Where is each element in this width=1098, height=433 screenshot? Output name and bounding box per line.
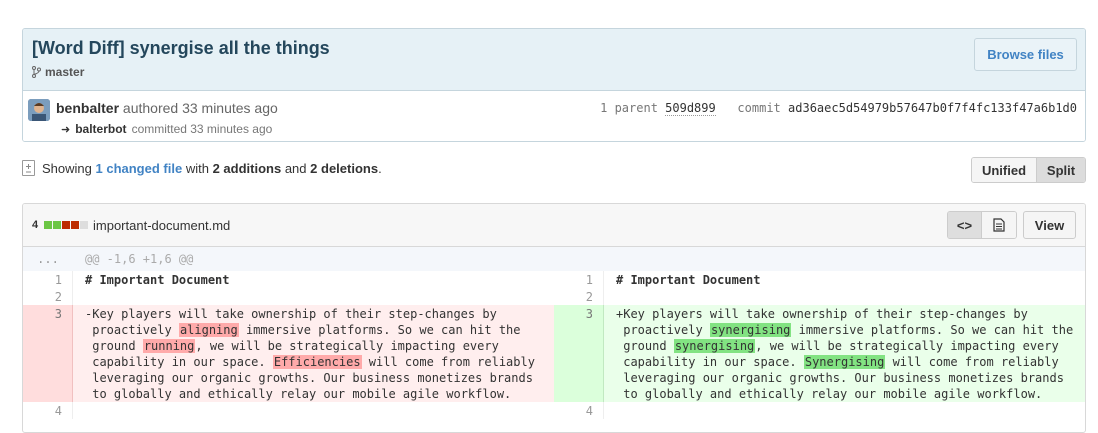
branch-icon <box>32 66 41 78</box>
view-file-button[interactable]: View <box>1023 211 1076 239</box>
authored-time: authored 33 minutes ago <box>122 100 278 116</box>
avatar[interactable] <box>28 99 50 121</box>
commit-meta: benbalter authored 33 minutes ago ➜ balt… <box>23 91 1085 141</box>
file-view-segment: <> <box>947 211 1017 239</box>
commit-label: commit <box>737 101 781 115</box>
diff-row: 4 4 <box>23 402 1085 419</box>
file-actions: <> View <box>947 211 1076 239</box>
diff-count: 4 <box>32 219 89 231</box>
line-number-added[interactable]: 3 <box>554 305 604 402</box>
hunk-range: @@ -1,6 +1,6 @@ <box>85 252 194 266</box>
sha-info: 1 parent 509d899 commit ad36aec5d54979b5… <box>600 101 1077 116</box>
word-deletion: Efficiencies <box>272 355 362 369</box>
toc-summary: Showing 1 changed file with 2 additions … <box>42 161 382 176</box>
unified-button[interactable]: Unified <box>972 158 1037 182</box>
expand-hunk-button[interactable]: ... <box>23 252 73 266</box>
diffstat-block-del <box>71 221 80 229</box>
word-deletion: aligning <box>178 323 239 337</box>
deleted-code-line: -Key players will take ownership of thei… <box>73 305 554 402</box>
parent-label: 1 parent <box>600 101 658 115</box>
commit-box: [Word Diff] synergise all the things mas… <box>22 28 1086 142</box>
file-name[interactable]: important-document.md <box>93 218 230 233</box>
change-count: 4 <box>32 219 39 231</box>
line-number[interactable]: 2 <box>23 288 73 305</box>
code-view-button[interactable]: <> <box>948 212 982 238</box>
rich-view-button[interactable] <box>982 212 1016 238</box>
line-number[interactable]: 4 <box>554 402 604 419</box>
file-text-icon <box>993 218 1005 232</box>
diff-view-toggle: Unified Split <box>971 157 1086 183</box>
line-number[interactable]: 1 <box>23 271 73 288</box>
toc-bar: Showing 1 changed file with 2 additions … <box>22 157 1086 183</box>
commit-title: [Word Diff] synergise all the things <box>32 38 330 58</box>
toc-with: with <box>185 161 209 176</box>
diff-row: 2 2 <box>23 288 1085 305</box>
file-diff-icon <box>22 160 35 176</box>
line-number[interactable]: 1 <box>554 271 604 288</box>
changed-files-link[interactable]: 1 changed file <box>96 161 183 176</box>
arrow-right-icon: ➜ <box>61 123 71 136</box>
parent-sha-link[interactable]: 509d899 <box>665 101 716 116</box>
code-line: # Important Document <box>616 273 761 287</box>
diffstat-block-add <box>53 221 62 229</box>
hunk-header: ... @@ -1,6 +1,6 @@ <box>23 247 1085 271</box>
commit-header: [Word Diff] synergise all the things mas… <box>23 29 1085 91</box>
word-addition: Synergising <box>803 355 886 369</box>
file-header: 4 important-document.md <> View <box>23 204 1085 247</box>
diff-row: 1 # Important Document 1 # Important Doc… <box>23 271 1085 288</box>
word-addition: synergising <box>673 339 756 353</box>
line-number[interactable]: 2 <box>554 288 604 305</box>
diffstat-block-neutral <box>80 221 89 229</box>
committer-name[interactable]: balterbot <box>75 122 126 136</box>
toc-showing: Showing <box>42 161 92 176</box>
diffstat-block-del <box>62 221 71 229</box>
word-addition: synergising <box>709 323 792 337</box>
toc-and: and <box>284 161 307 176</box>
branch-name: master <box>45 65 85 79</box>
deletions-count: 2 deletions <box>310 161 379 176</box>
added-code-line: +Key players will take ownership of thei… <box>604 305 1085 402</box>
additions-count: 2 additions <box>212 161 282 176</box>
code-icon: <> <box>956 217 973 233</box>
line-number[interactable]: 4 <box>23 402 73 419</box>
diffstat <box>44 221 89 229</box>
diffstat-block-add <box>44 221 53 229</box>
author-line: benbalter authored 33 minutes ago <box>56 100 278 116</box>
author-name[interactable]: benbalter <box>56 100 119 116</box>
word-deletion: running <box>142 339 196 353</box>
file-diff: 4 important-document.md <> View ... @@ -… <box>22 203 1086 433</box>
branch-indicator[interactable]: master <box>32 65 84 79</box>
line-number-deleted[interactable]: 3 <box>23 305 73 402</box>
toc-period: . <box>378 161 382 176</box>
avatar-image <box>28 99 50 121</box>
split-button[interactable]: Split <box>1037 158 1085 182</box>
committer-line: ➜ balterbot committed 33 minutes ago <box>61 122 272 136</box>
committed-time: committed 33 minutes ago <box>131 122 273 136</box>
commit-sha: ad36aec5d54979b57647b0f7f4fc133f47a6b1d0 <box>788 101 1077 115</box>
code-line: # Important Document <box>85 273 230 287</box>
split-diff-table: ... @@ -1,6 +1,6 @@ 1 # Important Docume… <box>23 247 1085 419</box>
browse-files-button[interactable]: Browse files <box>974 38 1077 71</box>
diff-row: 3 -Key players will take ownership of th… <box>23 305 1085 402</box>
